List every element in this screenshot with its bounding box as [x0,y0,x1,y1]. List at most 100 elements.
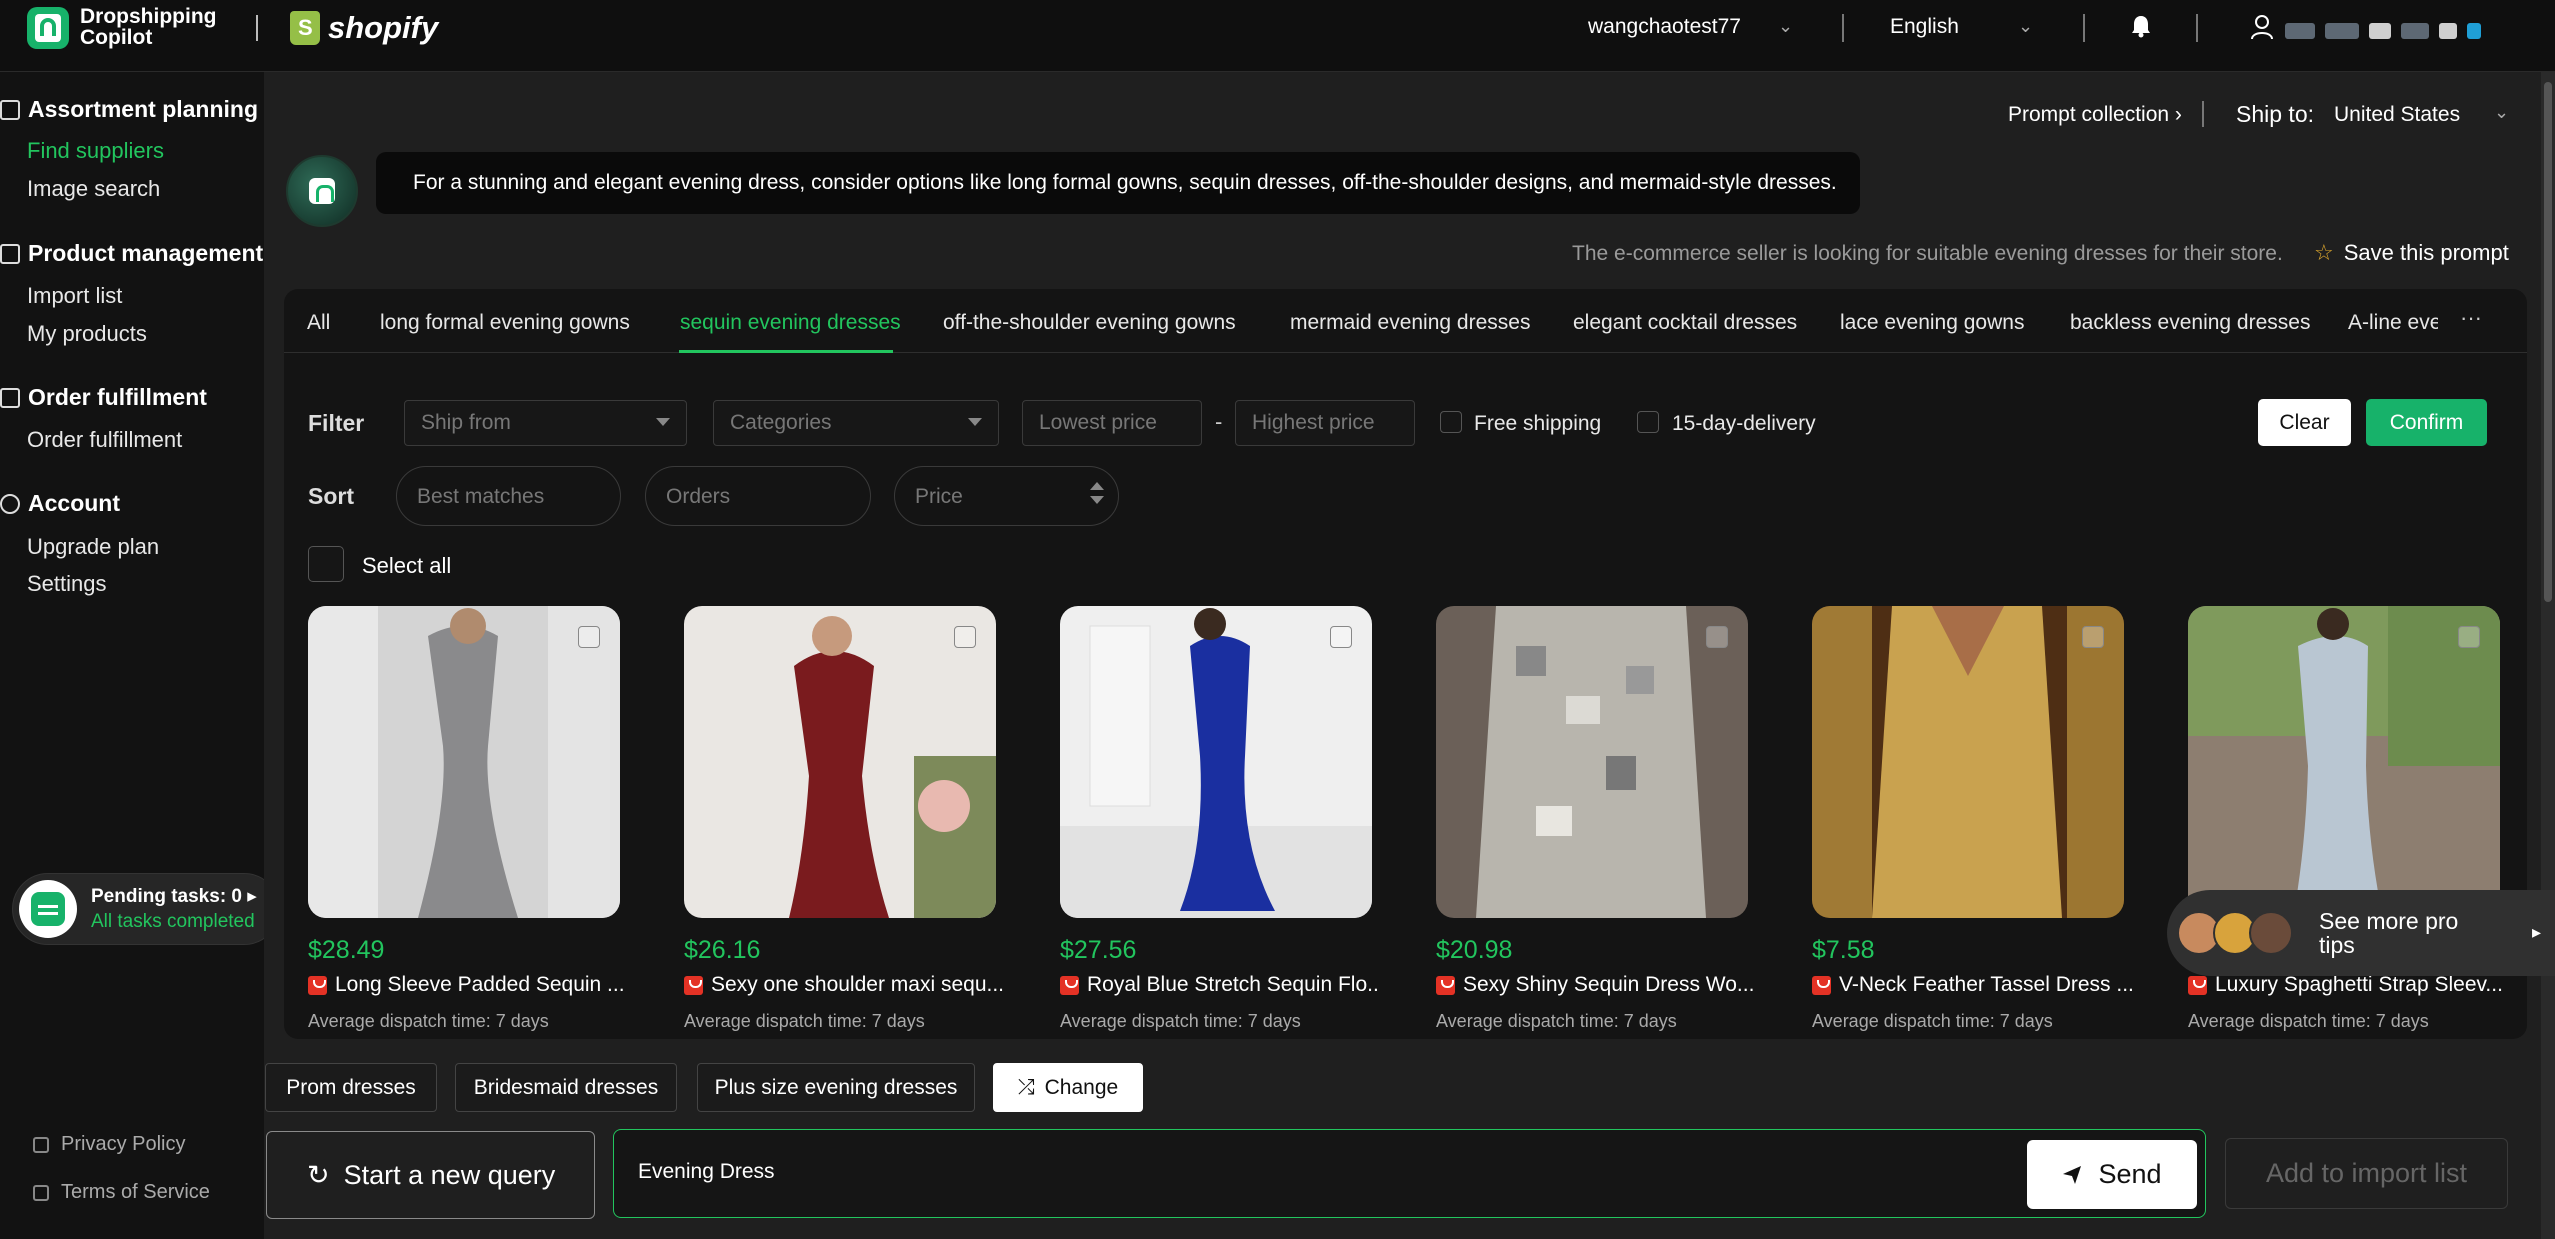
scrollbar[interactable] [2541,72,2555,1239]
app-logo-icon[interactable] [27,7,69,49]
sidebar-item-image-search[interactable]: Image search [27,176,160,202]
product-card[interactable]: $28.49 Long Sleeve Padded Sequin ... Ave… [308,606,625,1039]
confirm-button[interactable]: Confirm [2366,399,2487,446]
sidebar-item-find-suppliers[interactable]: Find suppliers [27,138,164,164]
select-all-checkbox[interactable] [308,546,344,582]
ship-to-select[interactable]: United States [2334,103,2460,127]
pending-tasks-status: All tasks completed [91,911,255,932]
price-range-separator: - [1215,409,1223,434]
product-card[interactable]: $27.56 Royal Blue Stretch Sequin Flo... … [1060,606,1380,1039]
tab-backless-evening-dresses[interactable]: backless evening dresses [2070,311,2310,335]
tab-sequin-evening-dresses[interactable]: sequin evening dresses [680,311,901,335]
product-checkbox[interactable] [578,626,600,648]
ship-from-select[interactable]: Ship from [404,400,687,446]
product-checkbox[interactable] [1706,626,1728,648]
chevron-down-icon[interactable]: ⌄ [2494,102,2509,123]
lowest-price-input[interactable]: Lowest price [1022,400,1202,446]
pro-tips-banner[interactable]: See more pro tips ▸ [2167,890,2555,976]
product-checkbox[interactable] [954,626,976,648]
username[interactable]: wangchaotest77 [1588,15,1741,39]
product-card[interactable]: $20.98 Sexy Shiny Sequin Dress Wo... Ave… [1436,606,1754,1039]
product-price: $7.58 [1812,936,1875,964]
privacy-policy-link[interactable]: Privacy Policy [33,1133,185,1156]
language-selector[interactable]: English [1890,15,1959,39]
categories-select[interactable]: Categories [713,400,999,446]
aliexpress-icon [1812,975,1831,995]
sidebar-item-upgrade-plan[interactable]: Upgrade plan [27,534,159,560]
sidebar-section-assortment: Assortment planning [0,96,258,123]
clear-button[interactable]: Clear [2258,399,2351,446]
free-shipping-checkbox[interactable] [1440,411,1462,433]
product-image[interactable] [1812,606,2124,918]
new-query-button[interactable]: ↻ Start a new query [266,1131,595,1219]
product-title[interactable]: Sexy one shoulder maxi sequ... [684,973,1004,997]
star-icon: ☆ [2314,240,2334,265]
divider [2202,101,2204,127]
product-checkbox[interactable] [1330,626,1352,648]
refresh-icon: ↻ [307,1159,330,1190]
prompt-collection-link[interactable]: Prompt collection › [2008,103,2182,127]
calendar-icon [19,880,77,938]
query-input[interactable] [638,1160,1938,1184]
tab-lace-evening-gowns[interactable]: lace evening gowns [1840,311,2024,335]
aliexpress-icon [1060,975,1079,995]
sort-price[interactable]: Price [894,466,1119,526]
box-icon [0,387,20,408]
product-title[interactable]: Long Sleeve Padded Sequin ... [308,973,628,997]
chevron-right-icon: › [2174,103,2182,126]
highest-price-input[interactable]: Highest price [1235,400,1415,446]
dispatch-time: Average dispatch time: 7 days [1436,1011,1677,1031]
send-button[interactable]: Send [2027,1140,2197,1209]
fast-delivery-checkbox[interactable] [1637,411,1659,433]
sidebar-item-my-products[interactable]: My products [27,321,147,347]
save-prompt-button[interactable]: ☆ Save this prompt [2314,240,2509,266]
product-image[interactable] [2188,606,2500,918]
tab-a-line-evening[interactable]: A-line eve [2348,311,2438,335]
tab-off-the-shoulder-evening-gowns[interactable]: off-the-shoulder evening gowns [943,311,1236,335]
more-tabs-icon[interactable]: ··· [2460,305,2482,331]
fast-delivery-label: 15-day-delivery [1672,412,1816,435]
dispatch-time: Average dispatch time: 7 days [2188,1011,2429,1031]
sidebar-item-import-list[interactable]: Import list [27,283,122,309]
sort-best-matches[interactable]: Best matches [396,466,621,526]
suggestion-chip[interactable]: Plus size evening dresses [697,1063,975,1112]
suggestion-chip[interactable]: Bridesmaid dresses [455,1063,677,1112]
product-title[interactable]: Royal Blue Stretch Sequin Flo... [1060,973,1380,997]
tab-elegant-cocktail-dresses[interactable]: elegant cocktail dresses [1573,311,1797,335]
product-price: $26.16 [684,936,761,964]
product-image[interactable] [1060,606,1372,918]
product-image[interactable] [684,606,996,918]
bell-icon[interactable] [2130,14,2152,38]
suggestion-chip[interactable]: Prom dresses [265,1063,437,1112]
chevron-down-icon[interactable]: ⌄ [2018,16,2033,37]
terms-of-service-link[interactable]: Terms of Service [33,1181,210,1204]
select-all-label: Select all [362,553,452,578]
product-card[interactable]: $26.16 Sexy one shoulder maxi sequ... Av… [684,606,1004,1039]
pending-tasks-widget[interactable]: Pending tasks: 0 ▸ All tasks completed [12,873,280,945]
caret-down-icon [656,418,670,426]
active-tab-indicator [679,350,893,353]
sidebar-item-settings[interactable]: Settings [27,571,107,597]
change-suggestions-button[interactable]: ⤮ Change [993,1063,1143,1112]
chevron-down-icon[interactable]: ⌄ [1778,16,1793,37]
product-image[interactable] [308,606,620,918]
sort-orders[interactable]: Orders [645,466,871,526]
tab-mermaid-evening-dresses[interactable]: mermaid evening dresses [1290,311,1530,335]
product-checkbox[interactable] [2458,626,2480,648]
caret-down-icon [968,418,982,426]
dispatch-time: Average dispatch time: 7 days [308,1011,549,1031]
product-title[interactable]: V-Neck Feather Tassel Dress ... [1812,973,2132,997]
tab-long-formal-evening-gowns[interactable]: long formal evening gowns [380,311,630,335]
shirt-icon [0,243,20,264]
product-checkbox[interactable] [2082,626,2104,648]
app-name: Dropshipping Copilot [80,5,217,49]
add-to-import-list-button[interactable]: Add to import list [2225,1138,2508,1209]
product-card[interactable]: $7.58 V-Neck Feather Tassel Dress ... Av… [1812,606,2132,1039]
tab-all[interactable]: All [307,311,330,335]
product-image[interactable] [1436,606,1748,918]
product-title[interactable]: Sexy Shiny Sequin Dress Wo... [1436,973,1756,997]
top-bar: Dropshipping Copilot shopify wangchaotes… [0,0,2555,72]
sidebar-item-order-fulfillment[interactable]: Order fulfillment [27,427,182,453]
product-title[interactable]: Luxury Spaghetti Strap Sleev... [2188,973,2508,997]
user-icon[interactable] [2250,14,2274,40]
